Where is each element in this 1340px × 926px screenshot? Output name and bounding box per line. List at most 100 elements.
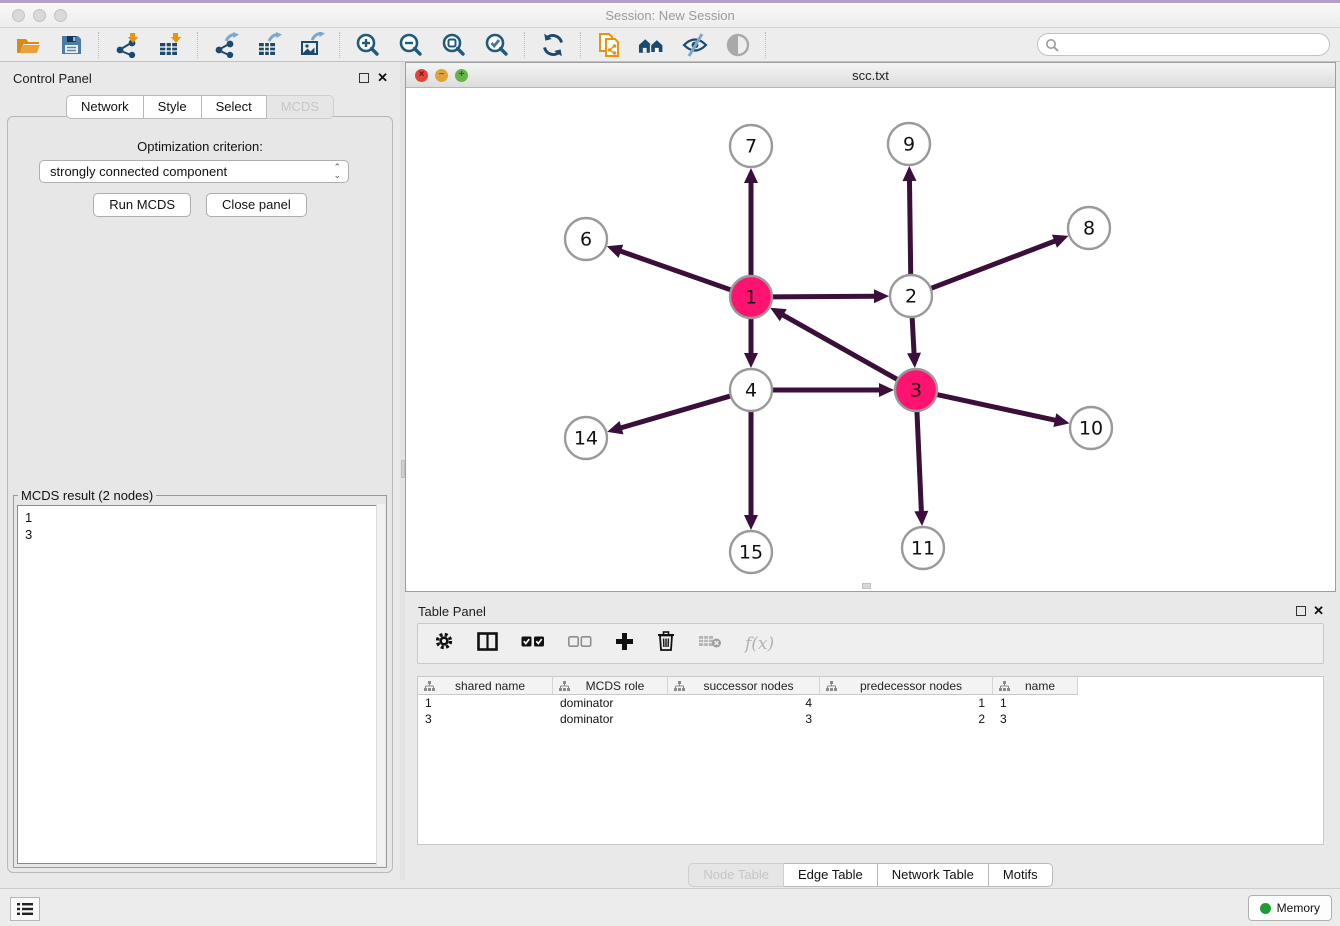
network-title: scc.txt <box>406 68 1335 83</box>
network-canvas[interactable]: 7968124314101511 <box>406 88 1335 591</box>
edge-arrow-icon <box>874 289 889 303</box>
graph-edge-3-11[interactable] <box>917 409 922 513</box>
memory-button[interactable]: Memory <box>1248 895 1332 921</box>
refresh-icon[interactable] <box>539 31 566 58</box>
close-table-panel-icon[interactable]: ✕ <box>1313 603 1324 619</box>
function-builder-icon: f(x) <box>745 634 774 654</box>
zoom-out-icon[interactable] <box>397 31 424 58</box>
import-network-icon[interactable] <box>113 31 140 58</box>
add-row-icon[interactable] <box>615 632 634 656</box>
tab-mcds[interactable]: MCDS <box>267 95 334 119</box>
titlebar: Session: New Session <box>0 3 1340 28</box>
show-all-icon[interactable] <box>724 31 751 58</box>
edge-arrow-icon <box>744 168 758 183</box>
save-session-icon[interactable] <box>57 31 84 58</box>
control-panel: Control Panel ✕ NetworkStyleSelectMCDS O… <box>0 62 400 880</box>
graph-edge-2-8[interactable] <box>929 240 1057 289</box>
graph-edge-4-14[interactable] <box>620 395 733 428</box>
export-network-icon[interactable] <box>212 31 239 58</box>
graph-edge-2-9[interactable] <box>909 179 910 277</box>
node-label-10: 10 <box>1079 418 1103 440</box>
table-row[interactable]: 1dominator411 <box>418 695 1323 711</box>
column-header-name[interactable]: name <box>993 677 1078 695</box>
zoom-fit-icon[interactable] <box>440 31 467 58</box>
table-header-row: shared nameMCDS rolesuccessor nodesprede… <box>418 676 1323 695</box>
column-header-predecessor-nodes[interactable]: predecessor nodes <box>820 677 993 695</box>
table-cell[interactable]: 1 <box>993 695 1078 711</box>
show-columns-icon[interactable] <box>477 632 498 656</box>
delete-row-icon[interactable] <box>657 631 675 656</box>
mcds-result-title: MCDS result (2 nodes) <box>18 488 156 503</box>
node-label-11: 11 <box>911 538 935 560</box>
tab-style[interactable]: Style <box>144 95 202 119</box>
memory-label: Memory <box>1277 901 1320 915</box>
table-cell[interactable]: 4 <box>668 695 820 711</box>
edge-arrow-icon <box>744 353 758 368</box>
result-scrollbar[interactable] <box>376 504 385 866</box>
float-table-panel-icon[interactable] <box>1296 606 1306 616</box>
close-panel-icon[interactable]: ✕ <box>377 70 388 86</box>
search-input[interactable] <box>1059 38 1329 52</box>
tab-network[interactable]: Network <box>66 95 144 119</box>
task-history-button[interactable] <box>10 897 40 921</box>
table-settings-icon[interactable] <box>434 631 454 656</box>
network-graph[interactable]: 7968124314101511 <box>406 88 1335 591</box>
node-label-6: 6 <box>580 229 592 251</box>
table-cell[interactable]: dominator <box>553 695 668 711</box>
first-neighbors-icon[interactable] <box>638 31 665 58</box>
memory-status-icon <box>1260 903 1271 914</box>
table-cell[interactable]: 3 <box>668 711 820 727</box>
clear-table-icon <box>698 633 722 654</box>
edge-arrow-icon <box>744 515 758 530</box>
graph-edge-3-10[interactable] <box>935 394 1057 421</box>
clone-network-icon[interactable] <box>595 31 622 58</box>
tab-motifs[interactable]: Motifs <box>989 863 1053 887</box>
table-cell[interactable]: 3 <box>418 711 553 727</box>
table-cell[interactable]: 1 <box>418 695 553 711</box>
zoom-in-icon[interactable] <box>354 31 381 58</box>
edge-arrow-icon <box>902 166 916 181</box>
network-window-titlebar[interactable]: × − + scc.txt <box>406 63 1335 88</box>
column-header-MCDS-role[interactable]: MCDS role <box>553 677 668 695</box>
table-cell[interactable]: 1 <box>820 695 993 711</box>
run-mcds-button[interactable]: Run MCDS <box>93 193 191 217</box>
graph-edge-2-3[interactable] <box>912 315 914 355</box>
export-image-icon[interactable] <box>298 31 325 58</box>
mcds-tab-content: Optimization criterion: strongly connect… <box>7 116 393 873</box>
hide-selected-icon[interactable] <box>681 31 708 58</box>
graph-edge-3-1[interactable] <box>781 314 899 380</box>
canvas-grip[interactable] <box>862 583 871 589</box>
graph-edge-1-2[interactable] <box>770 296 876 297</box>
table-cell[interactable]: 3 <box>993 711 1078 727</box>
node-label-7: 7 <box>745 136 757 158</box>
edge-arrow-icon <box>607 421 623 434</box>
control-panel-title: Control Panel <box>13 71 92 86</box>
column-header-shared-name[interactable]: shared name <box>418 677 553 695</box>
tab-network-table[interactable]: Network Table <box>878 863 989 887</box>
list-icon <box>16 902 34 916</box>
table-row[interactable]: 3dominator323 <box>418 711 1323 727</box>
tab-edge-table[interactable]: Edge Table <box>784 863 878 887</box>
open-file-icon[interactable] <box>14 31 41 58</box>
table-cell[interactable]: 2 <box>820 711 993 727</box>
search-field[interactable] <box>1037 33 1330 56</box>
tab-select[interactable]: Select <box>202 95 267 119</box>
column-header-successor-nodes[interactable]: successor nodes <box>668 677 820 695</box>
tab-node-table[interactable]: Node Table <box>688 863 784 887</box>
import-table-icon[interactable] <box>156 31 183 58</box>
node-table[interactable]: shared nameMCDS rolesuccessor nodesprede… <box>417 676 1324 845</box>
table-tabs: Node TableEdge TableNetwork TableMotifs <box>405 863 1336 887</box>
export-table-icon[interactable] <box>255 31 282 58</box>
select-all-icon[interactable] <box>521 635 545 653</box>
zoom-selected-icon[interactable] <box>483 31 510 58</box>
node-label-2: 2 <box>905 286 917 308</box>
window-title: Session: New Session <box>0 8 1340 23</box>
optimization-dropdown[interactable]: strongly connected component ⌃⌄ <box>39 160 349 183</box>
float-panel-icon[interactable] <box>359 73 369 83</box>
close-panel-button[interactable]: Close panel <box>206 193 307 217</box>
optimization-label: Optimization criterion: <box>8 139 392 154</box>
deselect-all-icon[interactable] <box>568 635 592 653</box>
mcds-result-text[interactable]: 1 3 <box>17 505 383 864</box>
table-cell[interactable]: dominator <box>553 711 668 727</box>
graph-edge-1-6[interactable] <box>619 251 733 291</box>
